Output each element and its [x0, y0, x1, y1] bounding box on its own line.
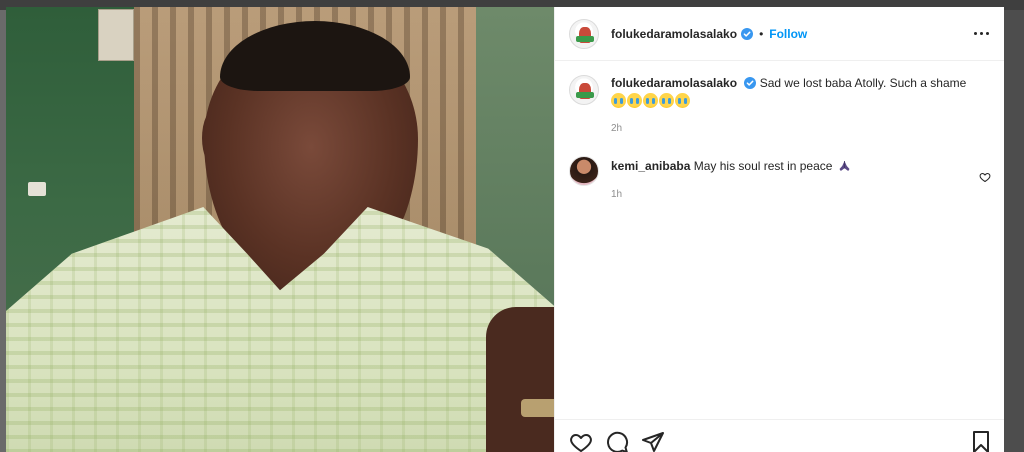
post-modal: folukedaramolasalako • Follow folukedara…	[6, 7, 1004, 452]
action-bar	[555, 419, 1004, 452]
caption-body: folukedaramolasalako Sad we lost baba At…	[611, 75, 966, 108]
photo-wall-notice	[98, 9, 134, 61]
caption-timestamp[interactable]: 2h	[611, 123, 622, 134]
post-caption: folukedaramolasalako Sad we lost baba At…	[569, 75, 989, 108]
more-horizontal-icon[interactable]	[971, 25, 991, 41]
bookmark-icon[interactable]	[969, 430, 993, 452]
crying-face-emoji-icon	[675, 93, 690, 108]
caption-text: Sad we lost baba Atolly. Such a shame	[759, 76, 967, 90]
avatar-figure-base	[576, 92, 594, 98]
photo-watch	[521, 399, 554, 417]
avatar-figure-base	[576, 35, 594, 42]
verified-badge-icon	[741, 27, 754, 40]
photo-arm	[486, 307, 554, 452]
caption-username[interactable]: folukedaramolasalako	[611, 76, 737, 90]
comments-panel: folukedaramolasalako • Follow folukedara…	[554, 7, 1004, 452]
comment-body: kemi_anibaba May his soul rest in peace	[611, 159, 851, 173]
crying-face-emoji-icon	[611, 93, 626, 108]
crying-face-emoji-icon	[643, 93, 658, 108]
caption-emoji-row	[611, 93, 966, 108]
post-header: folukedaramolasalako • Follow	[555, 7, 1004, 61]
verified-badge-icon	[744, 77, 757, 89]
paper-plane-icon[interactable]	[641, 430, 665, 452]
crying-face-emoji-icon	[627, 93, 642, 108]
follow-button[interactable]: Follow	[769, 27, 807, 41]
post-photo[interactable]	[6, 7, 554, 452]
comment-username[interactable]: kemi_anibaba	[611, 159, 690, 173]
caption-author-avatar[interactable]	[569, 75, 599, 105]
comment-bubble-icon[interactable]	[605, 430, 629, 452]
heart-icon[interactable]	[569, 430, 593, 452]
comment-text: May his soul rest in peace	[693, 159, 833, 173]
commenter-avatar[interactable]	[569, 156, 599, 186]
comment-timestamp[interactable]: 1h	[611, 189, 622, 200]
comment-like-heart-icon[interactable]	[979, 171, 991, 183]
photo-outlet	[28, 182, 46, 196]
author-avatar[interactable]	[569, 18, 599, 49]
comment-item: kemi_anibaba May his soul rest in peace	[569, 156, 991, 186]
folded-hands-emoji-icon	[839, 161, 850, 171]
header-separator: •	[759, 26, 764, 41]
author-username[interactable]: folukedaramolasalako	[611, 27, 737, 41]
crying-face-emoji-icon	[659, 93, 674, 108]
